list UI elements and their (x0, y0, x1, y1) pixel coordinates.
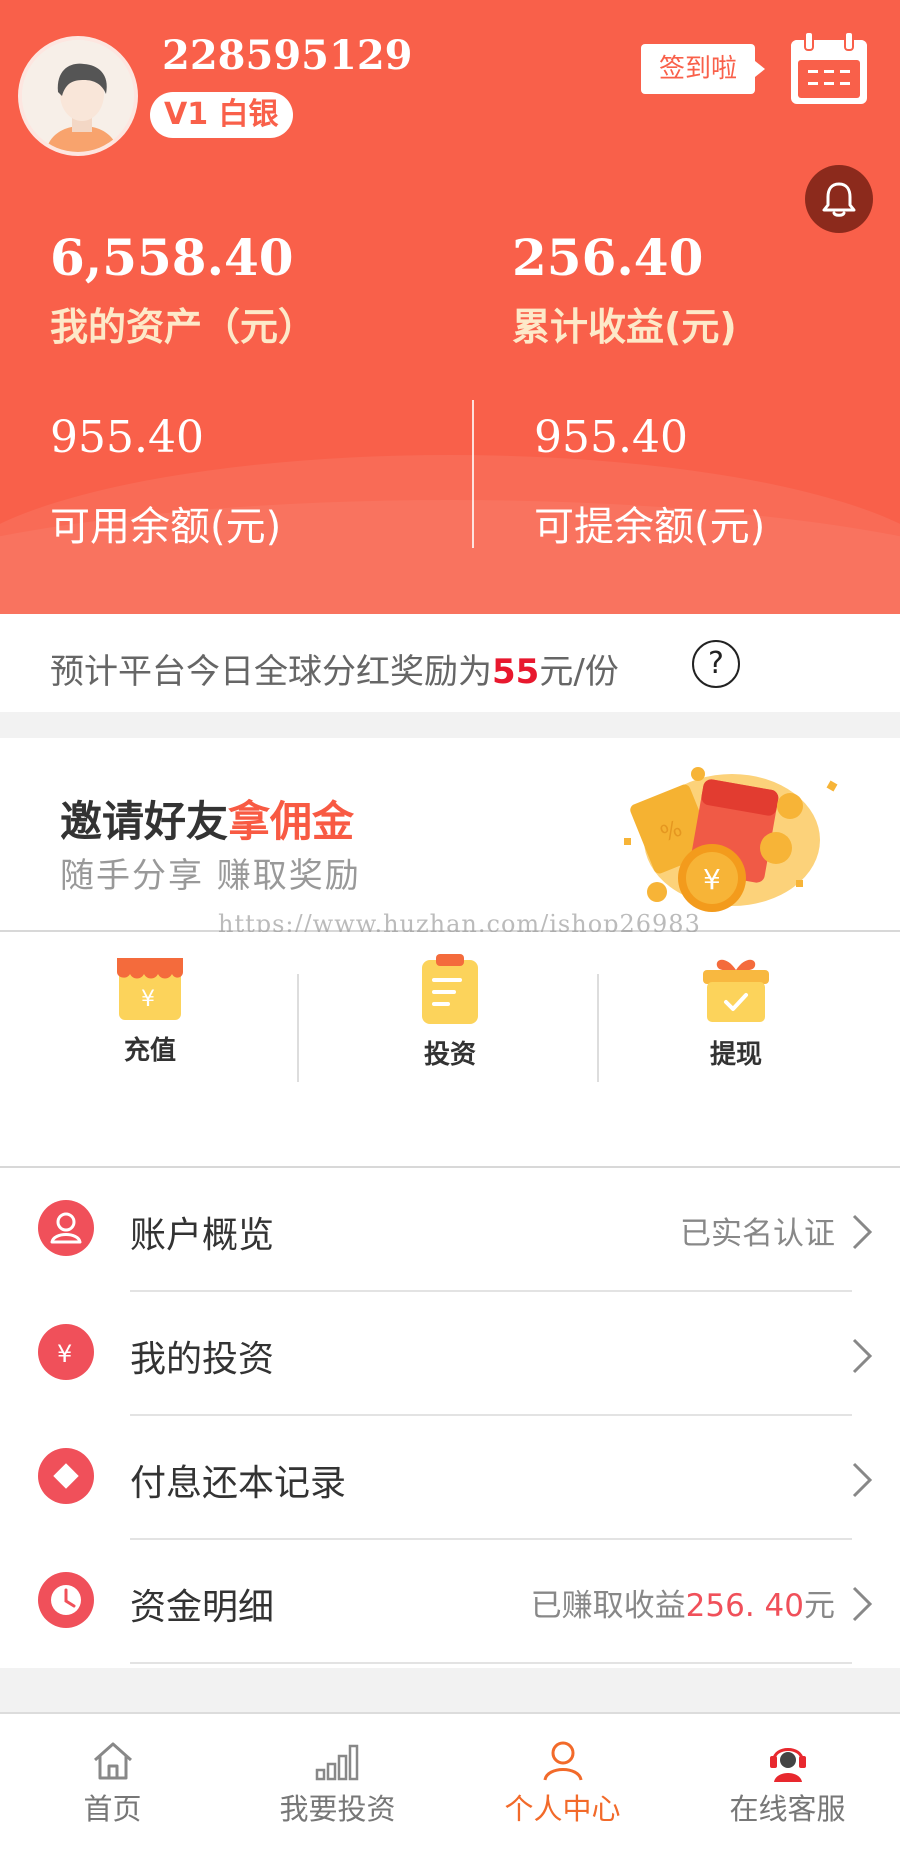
recharge-label: 充值 (123, 1036, 176, 1066)
tab-label: 个人中心 (504, 1792, 621, 1826)
shop-icon: ¥ (117, 958, 183, 1020)
clock-icon (38, 1572, 94, 1628)
invest-label: 投资 (423, 1040, 476, 1070)
invite-banner[interactable]: 邀请好友拿佣金 随手分享 赚取奖励 % ¥ (0, 738, 900, 932)
clipboard-icon (422, 954, 478, 1024)
cumulative-earnings-label: 累计收益(元) (512, 305, 737, 349)
headset-icon (769, 1748, 806, 1782)
help-question-icon[interactable]: ? (692, 640, 740, 688)
tab-invest[interactable]: 我要投资 (225, 1714, 450, 1850)
menu-item-fund-details[interactable]: 资金明细 已赚取收益256. 40元 (0, 1540, 900, 1664)
avatar[interactable] (18, 36, 138, 156)
menu-item-my-investments[interactable]: ¥ 我的投资 (0, 1292, 900, 1416)
available-balance-label: 可用余额(元) (50, 504, 282, 550)
cumulative-earnings-value: 256.40 (512, 228, 704, 287)
person-icon (543, 1741, 582, 1781)
red-envelope-coins-illustration: % ¥ (624, 767, 838, 912)
user-icon (38, 1200, 94, 1256)
earned-income-summary: 已赚取收益256. 40元 (531, 1580, 835, 1625)
svg-text:¥: ¥ (141, 987, 155, 1012)
tab-label: 首页 (83, 1792, 142, 1826)
notice-suffix: 元/份 (539, 652, 619, 692)
tab-home[interactable]: 首页 (0, 1714, 225, 1850)
svg-text:¥: ¥ (703, 863, 721, 896)
tab-label: 在线客服 (729, 1792, 846, 1826)
bar-chart-icon (315, 1744, 358, 1781)
menu-item-label: 我的投资 (130, 1339, 275, 1380)
notification-bell-icon[interactable] (805, 165, 873, 233)
gift-icon (703, 959, 769, 1022)
chevron-right-icon (852, 1338, 873, 1374)
invite-title: 邀请好友拿佣金 (60, 788, 354, 849)
invite-title-highlight: 拿佣金 (228, 797, 355, 846)
invite-title-plain: 邀请好友 (60, 797, 229, 846)
menu-item-account-overview[interactable]: 账户概览 已实名认证 (0, 1168, 900, 1292)
quick-actions: ¥ 充值 投资 提现 (0, 932, 900, 1168)
dividend-notice-text: 预计平台今日全球分红奖励为55元/份 (50, 644, 619, 693)
invest-action[interactable]: 投资 (300, 952, 600, 1102)
available-balance-value: 955.40 (50, 412, 204, 463)
withdrawable-balance-label: 可提余额(元) (534, 504, 766, 550)
notice-prefix: 预计平台今日全球分红奖励为 (50, 652, 492, 692)
home-icon (93, 1742, 132, 1780)
quick-action-divider (297, 974, 299, 1082)
earned-income-prefix: 已赚取收益 (530, 1588, 686, 1624)
menu-item-label: 账户概览 (130, 1215, 275, 1256)
tab-personal-center[interactable]: 个人中心 (450, 1714, 675, 1850)
calendar-icon[interactable] (788, 30, 870, 106)
dividend-amount: 55 (492, 652, 540, 692)
user-id: 228595129 (162, 32, 413, 79)
yen-icon: ¥ (38, 1324, 94, 1380)
diamond-icon (38, 1448, 94, 1504)
chevron-right-icon (852, 1214, 873, 1250)
earned-income-amount: 256. 40 (685, 1588, 804, 1624)
menu-item-label: 资金明细 (130, 1587, 275, 1628)
balance-divider (472, 400, 474, 548)
earned-income-suffix: 元 (804, 1588, 835, 1624)
recharge-action[interactable]: ¥ 充值 (0, 952, 300, 1102)
tab-label: 我要投资 (279, 1792, 396, 1826)
total-assets-value: 6,558.40 (50, 228, 294, 287)
account-header: 228595129 V1 白银 签到啦 6,558.40 我的资产（元） 256… (0, 0, 900, 614)
chevron-right-icon (852, 1586, 873, 1622)
menu-item-interest-records[interactable]: 付息还本记录 (0, 1416, 900, 1540)
tab-customer-service[interactable]: 在线客服 (675, 1714, 900, 1850)
member-level-badge: V1 白银 (150, 92, 293, 138)
withdrawable-balance-value: 955.40 (534, 412, 688, 463)
chevron-right-icon (852, 1462, 873, 1498)
total-assets-label: 我的资产（元） (50, 305, 317, 349)
withdraw-label: 提现 (709, 1040, 762, 1070)
invite-subtitle: 随手分享 赚取奖励 (60, 856, 361, 896)
account-menu: 账户概览 已实名认证 ¥ 我的投资 付息还本记录 资金明细 已赚取收益256. … (0, 1168, 900, 1668)
menu-item-label: 付息还本记录 (130, 1463, 347, 1504)
row-divider (130, 1662, 852, 1664)
bottom-tab-bar: 首页 我要投资 个人中心 在线客服 (0, 1712, 900, 1850)
svg-text:¥: ¥ (57, 1340, 72, 1368)
verification-status: 已实名认证 (680, 1216, 835, 1252)
checkin-button[interactable]: 签到啦 (641, 44, 765, 94)
withdraw-action[interactable]: 提现 (586, 952, 886, 1102)
avatar-person-icon (22, 40, 134, 152)
dividend-notice: 预计平台今日全球分红奖励为55元/份 (0, 614, 900, 712)
